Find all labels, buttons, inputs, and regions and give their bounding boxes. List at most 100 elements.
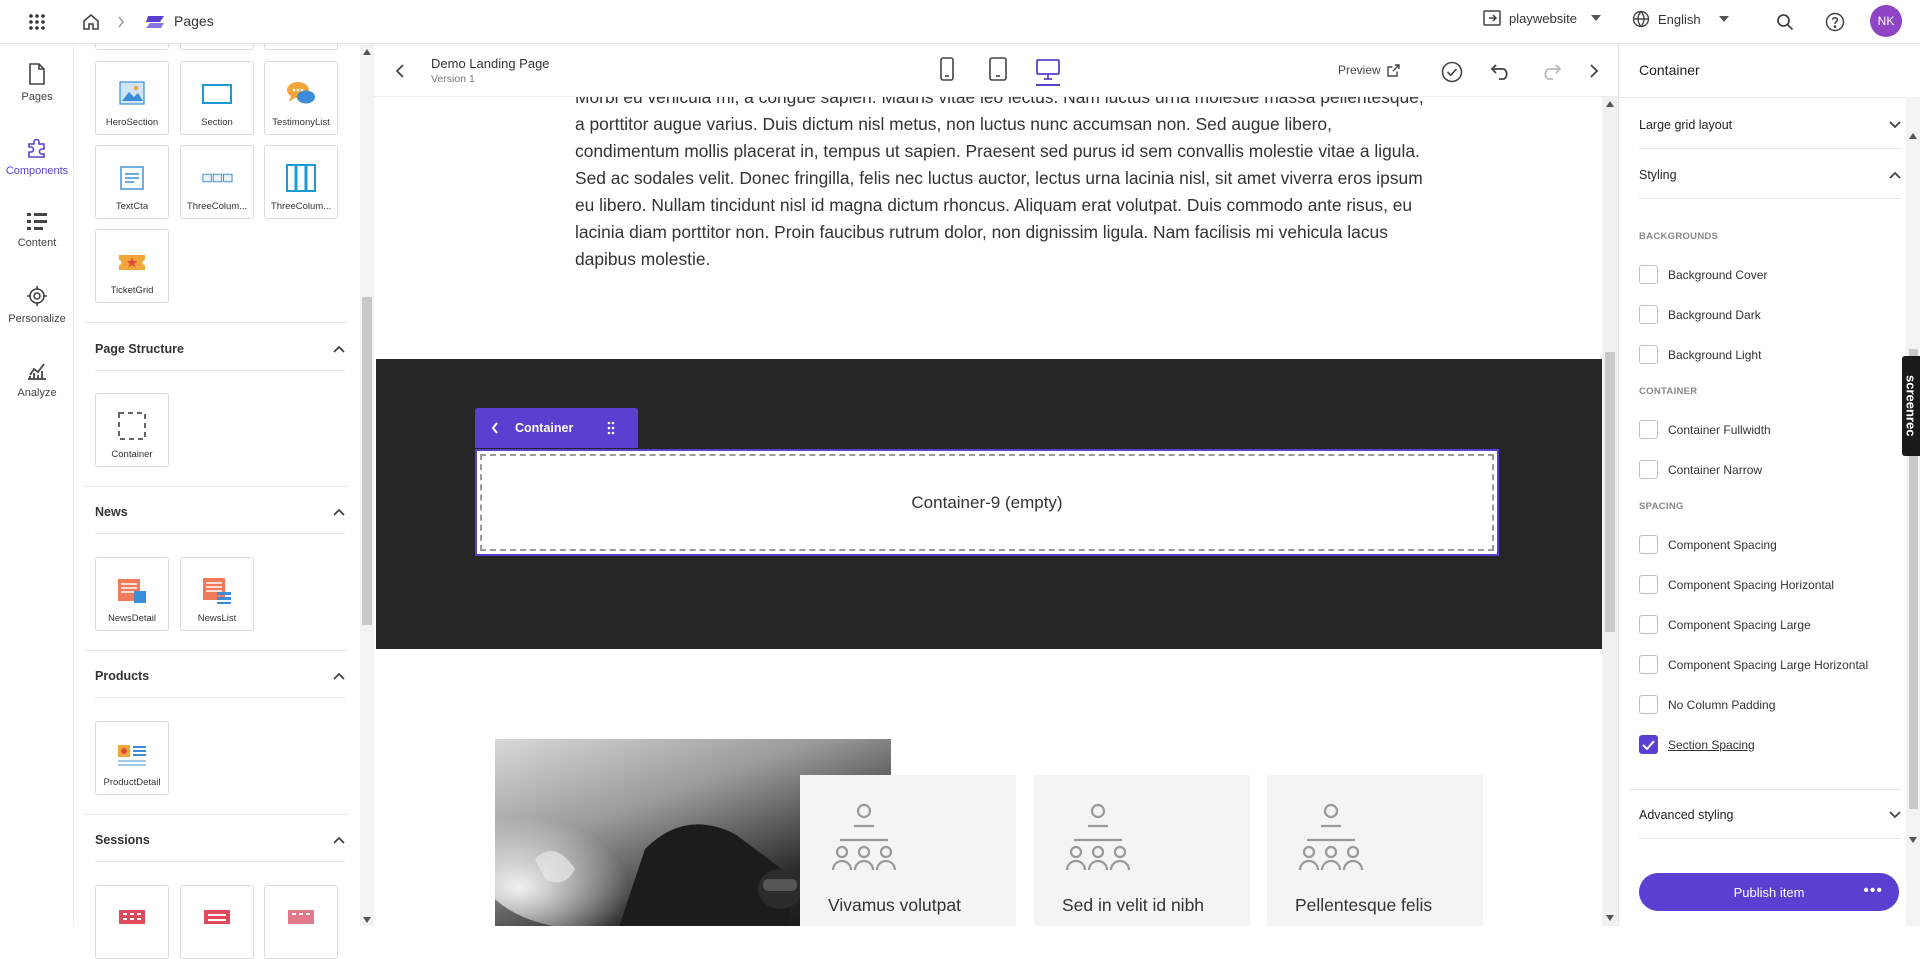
option-label: No Column Padding [1668, 697, 1776, 712]
language-selector[interactable]: English [1632, 10, 1729, 28]
checkbox[interactable] [1639, 420, 1658, 439]
redo-icon[interactable] [1540, 63, 1562, 81]
mobile-view-icon[interactable] [939, 57, 955, 81]
tile-testimony-list[interactable]: TestimonyList [264, 61, 338, 135]
tile-news-detail[interactable]: NewsDetail [95, 557, 169, 631]
back-chevron-icon[interactable] [395, 64, 405, 78]
tile-label: HeroSection [105, 117, 159, 128]
scroll-down-icon[interactable] [363, 917, 371, 923]
checkbox[interactable] [1639, 695, 1658, 714]
rail-item-pages[interactable]: Pages [0, 63, 74, 103]
tile-session[interactable] [180, 885, 254, 959]
option-component-spacing[interactable]: Component Spacing [1639, 535, 1777, 554]
tile-news-list[interactable]: NewsList [180, 557, 254, 631]
help-icon[interactable] [1824, 11, 1846, 33]
rail-item-components[interactable]: Components [0, 137, 74, 177]
rail-item-analyze[interactable]: Analyze [0, 359, 74, 399]
checkbox[interactable] [1639, 535, 1658, 554]
inspector-scrollbar[interactable] [1906, 97, 1920, 926]
news-list-icon [201, 575, 233, 605]
desktop-view-icon[interactable] [1036, 59, 1060, 81]
section-header-products[interactable]: Products [95, 654, 345, 698]
accordion-label: Styling [1639, 167, 1677, 182]
container-dropzone[interactable]: Container-9 (empty) [480, 454, 1494, 551]
scroll-up-icon[interactable] [1606, 101, 1614, 107]
forward-chevron-icon[interactable] [1589, 64, 1599, 78]
accordion-large-grid[interactable]: Large grid layout [1639, 101, 1901, 149]
tile-label: Section [201, 117, 233, 128]
section-header-sessions[interactable]: Sessions [95, 818, 345, 862]
home-icon[interactable] [80, 11, 102, 33]
inspector-panel: Container Large grid layout Styling BACK… [1618, 45, 1920, 926]
option-container-narrow[interactable]: Container Narrow [1639, 460, 1762, 479]
scroll-down-icon[interactable] [1909, 837, 1917, 843]
undo-icon[interactable] [1490, 63, 1512, 81]
tile-session[interactable] [264, 885, 338, 959]
check-circle-icon[interactable] [1441, 61, 1463, 83]
tablet-view-icon[interactable] [988, 57, 1008, 81]
search-icon[interactable] [1774, 11, 1796, 33]
feature-card[interactable]: Pellentesque felis [1267, 775, 1483, 926]
scroll-thumb[interactable] [362, 297, 372, 625]
publish-button[interactable]: Publish item ••• [1639, 873, 1899, 911]
checkbox[interactable] [1639, 345, 1658, 364]
option-background-cover[interactable]: Background Cover [1639, 265, 1767, 284]
option-background-dark[interactable]: Background Dark [1639, 305, 1761, 324]
editor-canvas[interactable]: Morbi eu vehicula mi, a congue sapien. M… [374, 97, 1602, 926]
preview-button[interactable]: Preview [1338, 63, 1400, 77]
checkbox[interactable] [1639, 615, 1658, 634]
tile-product-detail[interactable]: ProductDetail [95, 721, 169, 795]
selected-container[interactable]: Container-9 (empty) [475, 449, 1499, 556]
apps-grid-icon[interactable] [26, 12, 48, 32]
option-component-spacing-large[interactable]: Component Spacing Large [1639, 615, 1811, 634]
three-column-alt-icon [285, 163, 317, 193]
feature-card[interactable]: Vivamus volutpat [800, 775, 1016, 926]
container-toolbar[interactable]: Container [475, 408, 638, 448]
scroll-up-icon[interactable] [1909, 133, 1917, 139]
chevron-left-icon[interactable] [491, 422, 499, 434]
tile-section[interactable]: Section [180, 61, 254, 135]
container-placeholder: Container-9 (empty) [911, 492, 1063, 512]
checkbox[interactable] [1639, 305, 1658, 324]
tile-three-column[interactable]: ThreeColum... [180, 145, 254, 219]
tile-ticket-grid[interactable]: TicketGrid [95, 229, 169, 303]
avatar[interactable]: NK [1870, 5, 1902, 37]
section-title: Sessions [95, 832, 150, 847]
active-device-indicator [1036, 84, 1060, 86]
screen-recorder-badge[interactable]: screenrec [1902, 356, 1920, 456]
option-component-spacing-horizontal[interactable]: Component Spacing Horizontal [1639, 575, 1834, 594]
rail-label-content: Content [17, 237, 57, 249]
checkbox-checked[interactable] [1639, 735, 1658, 754]
people-icon [1065, 803, 1131, 871]
scroll-up-icon[interactable] [363, 49, 371, 55]
option-section-spacing[interactable]: Section Spacing [1639, 735, 1755, 754]
tile-container[interactable]: Container [95, 393, 169, 467]
accordion-advanced-styling[interactable]: Advanced styling [1639, 791, 1901, 839]
option-background-light[interactable]: Background Light [1639, 345, 1761, 364]
tile-hero-section[interactable]: HeroSection [95, 61, 169, 135]
rail-item-content[interactable]: Content [0, 211, 74, 249]
section-header-page-structure[interactable]: Page Structure [95, 327, 345, 371]
option-component-spacing-large-horizontal[interactable]: Component Spacing Large Horizontal [1639, 655, 1868, 674]
section-header-news[interactable]: News [95, 490, 345, 534]
breadcrumb-current[interactable]: Pages [174, 13, 214, 29]
tile-three-column-alt[interactable]: ThreeColum... [264, 145, 338, 219]
tile-session[interactable] [95, 885, 169, 959]
option-container-fullwidth[interactable]: Container Fullwidth [1639, 420, 1771, 439]
feature-card[interactable]: Sed in velit id nibh [1034, 775, 1250, 926]
checkbox[interactable] [1639, 460, 1658, 479]
accordion-styling[interactable]: Styling [1639, 151, 1901, 199]
canvas-scrollbar[interactable] [1602, 97, 1618, 926]
scroll-down-icon[interactable] [1606, 915, 1614, 921]
rail-item-personalize[interactable]: Personalize [0, 285, 74, 325]
tile-text-cta[interactable]: TextCta [95, 145, 169, 219]
checkbox[interactable] [1639, 575, 1658, 594]
scroll-thumb[interactable] [1605, 352, 1615, 632]
drag-handle-icon[interactable] [607, 421, 615, 435]
more-options-icon[interactable]: ••• [1863, 882, 1883, 900]
checkbox[interactable] [1639, 655, 1658, 674]
panel-scrollbar[interactable] [360, 45, 374, 926]
checkbox[interactable] [1639, 265, 1658, 284]
option-no-column-padding[interactable]: No Column Padding [1639, 695, 1775, 714]
site-selector[interactable]: playwebsite [1483, 10, 1601, 26]
